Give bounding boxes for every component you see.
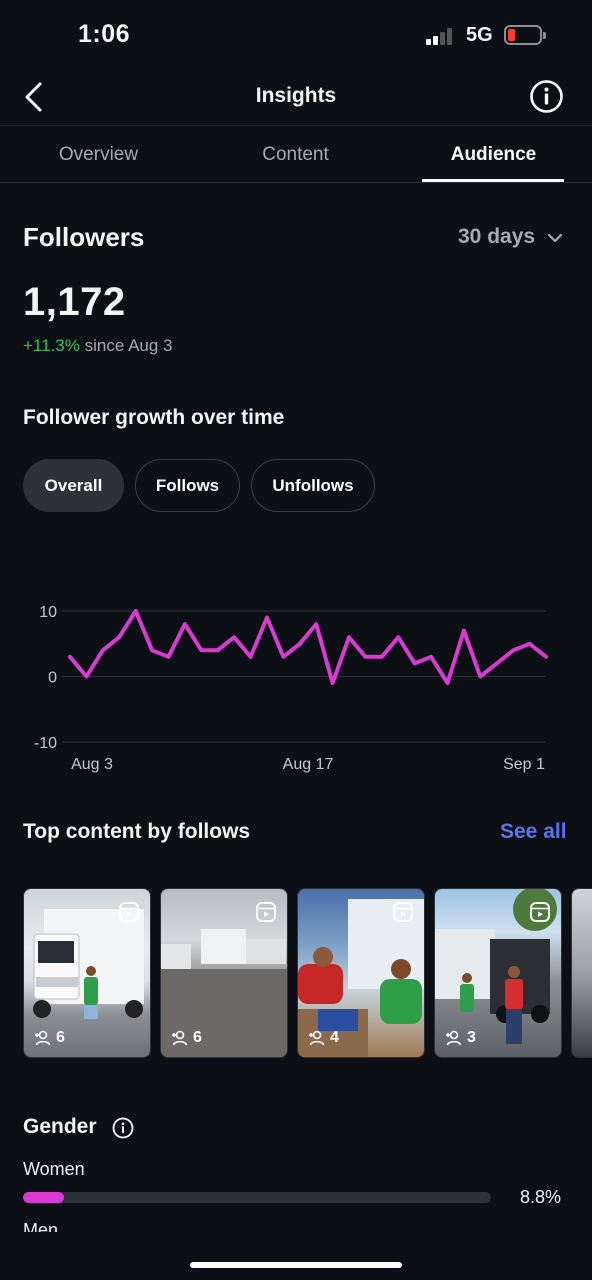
info-circle-icon[interactable] [112,1117,134,1139]
follows-count: 6 [193,1029,202,1046]
reel-icon [256,902,276,922]
filter-unfollows[interactable]: Unfollows [251,459,375,512]
y-tick-label: 0 [48,670,57,687]
follower-growth-chart: 10 0 -10 Aug 3 Aug 17 Sep 1 [34,604,548,773]
follow-user-icon [35,1030,51,1046]
top-content-item[interactable]: 4 [297,888,425,1058]
top-content-item[interactable]: 6 [23,888,151,1058]
tab-overview[interactable]: Overview [0,126,197,183]
filter-follows[interactable]: Follows [135,459,240,512]
chevron-down-icon[interactable] [546,229,564,247]
status-time: 1:06 [78,20,131,48]
women-bar-fill [23,1192,65,1203]
tab-audience[interactable]: Audience [395,126,592,183]
cellular-signal-icon [426,27,458,45]
top-content-item-partial[interactable] [571,888,592,1058]
date-range-dropdown[interactable]: 30 days [458,225,535,249]
follower-count: 1,172 [23,280,126,324]
women-percent: 8.8% [520,1187,562,1207]
filter-overall[interactable]: Overall [23,459,124,512]
follower-change-since: since Aug 3 [84,336,173,355]
followers-heading: Followers [23,222,145,252]
network-type: 5G [466,24,493,46]
active-tab-indicator [422,179,564,182]
battery-icon [504,25,546,45]
follows-count: 3 [467,1029,476,1046]
y-tick-label: 10 [39,604,57,621]
follower-change-percent: +11.3% [23,336,80,355]
info-circle-icon[interactable] [529,79,564,114]
x-tick-label: Aug 3 [71,756,113,773]
status-bar: 1:06 5G [0,0,592,70]
nav-header: Insights [0,70,592,125]
reel-icon [393,902,413,922]
follower-change: +11.3% since Aug 3 [23,336,173,356]
reel-icon [530,902,550,922]
home-indicator [190,1262,402,1268]
x-tick-label: Aug 17 [283,756,334,773]
y-tick-label: -10 [34,735,57,752]
women-label: Women [23,1159,85,1179]
tab-bar: Overview Content Audience [0,125,592,183]
see-all-link[interactable]: See all [500,820,567,844]
follows-count: 6 [56,1029,65,1046]
growth-series-line [68,609,548,686]
follow-user-icon [446,1030,462,1046]
top-content-heading: Top content by follows [23,820,251,843]
top-content-item[interactable]: 3 [434,888,562,1058]
top-content-item[interactable]: 6 [160,888,288,1058]
follow-user-icon [309,1030,325,1046]
follow-user-icon [172,1030,188,1046]
x-tick-label: Sep 1 [503,756,545,773]
women-bar [23,1192,491,1203]
follows-count: 4 [330,1029,339,1046]
growth-heading: Follower growth over time [23,406,285,429]
page-title: Insights [255,84,337,107]
reel-icon [119,902,139,922]
tab-content[interactable]: Content [197,126,394,183]
men-label: Men [23,1220,59,1232]
gender-heading: Gender [23,1115,97,1138]
